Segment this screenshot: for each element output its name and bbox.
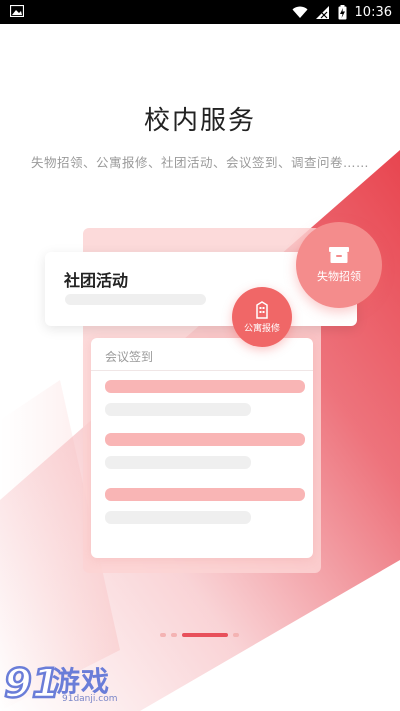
placeholder-bar <box>105 433 305 446</box>
status-time: 10:36 <box>354 4 392 20</box>
placeholder-bar <box>105 380 305 393</box>
signin-card-title: 会议签到 <box>105 350 154 364</box>
apartment-repair-label: 公寓报修 <box>243 323 280 334</box>
placeholder-bar <box>105 511 251 524</box>
watermark-url: 91danji.com <box>62 694 118 704</box>
building-icon <box>256 300 268 319</box>
pager-dot[interactable] <box>233 633 239 637</box>
pager-dot[interactable] <box>160 633 166 637</box>
placeholder-bar <box>65 294 206 305</box>
lost-found-label: 失物招领 <box>317 270 361 283</box>
page-title: 校内服务 <box>143 106 256 136</box>
placeholder-bar <box>105 403 251 416</box>
signin-card: 会议签到 <box>91 338 313 558</box>
activity-card-title: 社团活动 <box>64 271 129 290</box>
placeholder-bar <box>105 456 251 469</box>
page-subtitle: 失物招领、公寓报修、社团活动、会议签到、调查问卷…… <box>30 155 369 170</box>
signal-icon <box>315 5 329 19</box>
wifi-icon <box>292 6 308 18</box>
lost-found-badge: 失物招领 <box>296 222 382 308</box>
image-icon <box>10 5 24 17</box>
placeholder-bar <box>105 488 305 501</box>
pager-dot-active[interactable] <box>182 633 228 637</box>
divider <box>91 370 313 371</box>
apartment-repair-badge: 公寓报修 <box>232 287 292 347</box>
pager-dot[interactable] <box>171 633 177 637</box>
status-bar: 10:36 <box>0 0 400 24</box>
battery-charging-icon <box>338 4 347 19</box>
box-icon <box>329 247 349 263</box>
